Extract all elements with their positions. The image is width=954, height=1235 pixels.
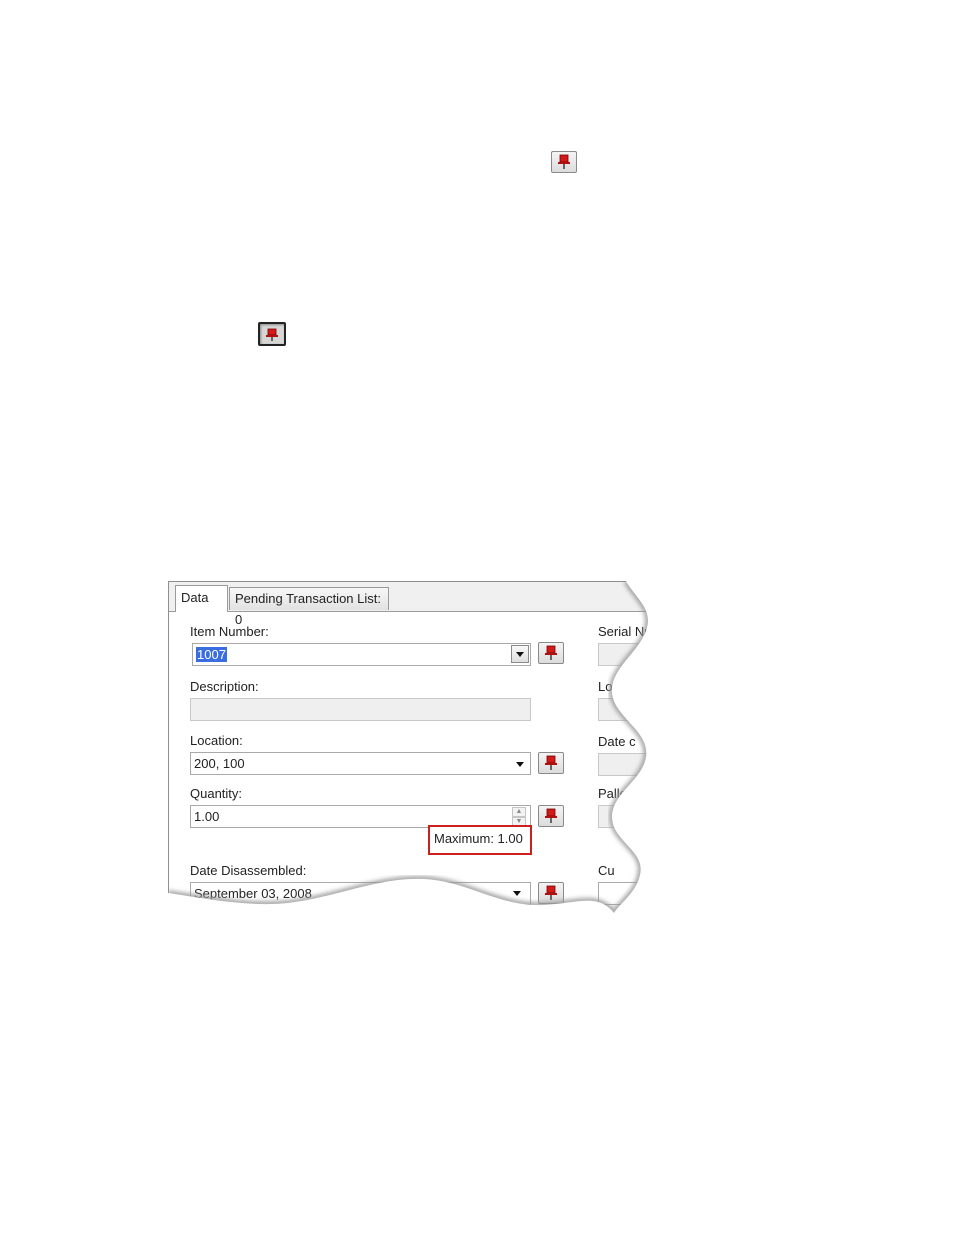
description-field [190,698,531,721]
date-code-field [598,753,658,776]
pushpin-button-pinned[interactable] [258,322,286,346]
pushpin-icon [544,885,558,901]
item-number-pin-button[interactable] [538,642,564,664]
date-disassembled-picker[interactable]: September 03, 2008 [190,882,531,905]
date-disassembled-label: Date Disassembled: [190,863,307,878]
form-screenshot: Data Pending Transaction List: 0 Item Nu… [168,581,658,913]
location-label: Location: [190,733,243,748]
pushpin-icon [557,154,571,170]
tab-pending-transaction-list[interactable]: Pending Transaction List: 0 [229,587,389,627]
lot-field [598,698,658,721]
chevron-down-icon[interactable] [516,762,524,767]
pushpin-icon [544,808,558,824]
date-pin-button[interactable] [538,882,564,904]
pushpin-button-unpinned[interactable] [551,151,577,173]
location-pin-button[interactable] [538,752,564,774]
location-value: 200, 100 [194,756,245,771]
lot-label: Lo [598,679,613,694]
form-panel: Data Pending Transaction List: 0 Item Nu… [168,581,658,913]
spin-up-icon[interactable]: ▲ [512,807,526,817]
maximum-quantity-callout: Maximum: 1.00 [428,825,532,855]
item-number-label: Item Number: [190,624,269,639]
quantity-value: 1.00 [194,809,220,824]
serial-number-field [598,643,658,666]
chevron-down-icon [516,651,524,657]
item-number-combo[interactable]: 1007 [192,643,531,666]
location-combo[interactable]: 200, 100 [190,752,531,775]
tab-strip: Data Pending Transaction List: 0 [169,582,658,627]
item-number-value: 1007 [196,647,227,662]
pushpin-icon [544,645,558,661]
serial-number-label: Serial Nu [598,624,652,639]
cu-label: Cu [598,863,615,878]
pushpin-pressed-icon [265,326,279,342]
quantity-spinner[interactable]: ▲ ▼ [512,807,526,827]
pushpin-icon [544,755,558,771]
cu-field[interactable] [598,882,658,905]
chevron-down-icon[interactable] [513,891,521,896]
description-label: Description: [190,679,259,694]
tab-data[interactable]: Data [175,585,228,612]
date-code-label: Date c [598,734,636,749]
pallet-label: Pallet: [598,786,635,801]
pallet-field [598,805,658,828]
quantity-pin-button[interactable] [538,805,564,827]
date-disassembled-value: September 03, 2008 [194,886,312,901]
quantity-label: Quantity: [190,786,243,801]
item-number-dropdown-button[interactable] [511,645,529,663]
